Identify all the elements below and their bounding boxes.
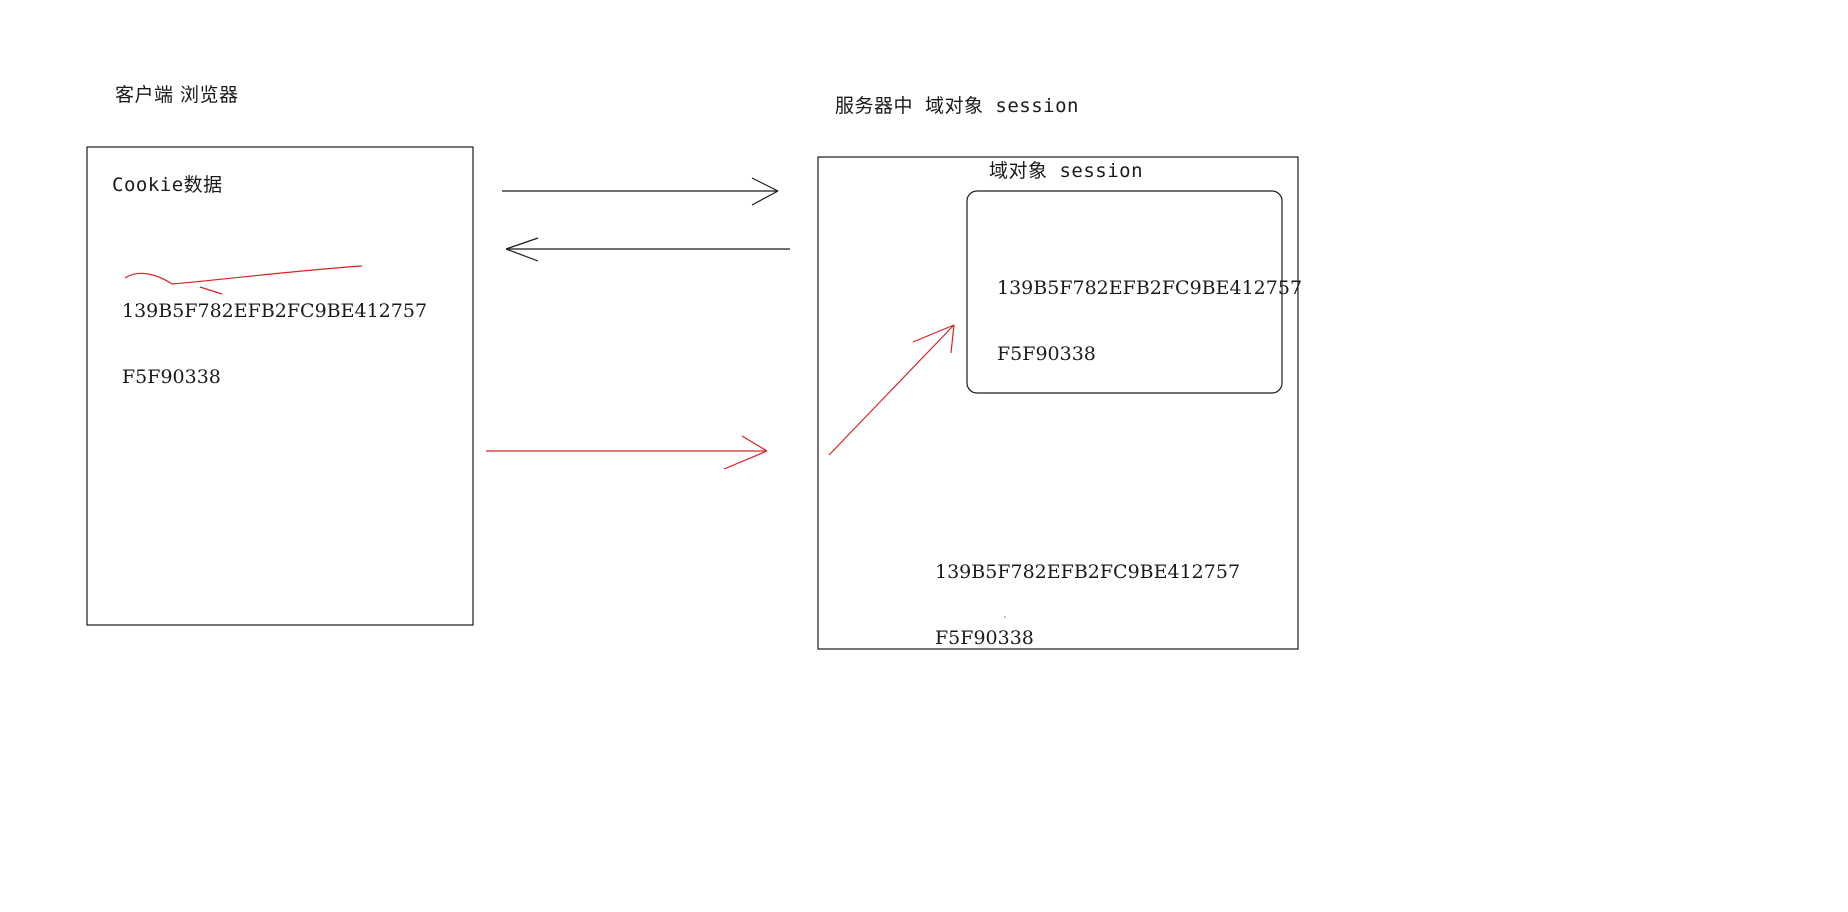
server-title: 服务器中 域对象 session: [835, 95, 1079, 117]
session-object-title: 域对象 session: [989, 160, 1144, 182]
cookie-request-arrow: [486, 435, 768, 470]
diagram-canvas: 客户端 浏览器 Cookie数据 139B5F782EFB2FC9BE41275…: [0, 0, 1848, 912]
stored-session-id-line-2: F5F90338: [997, 343, 1096, 365]
cookie-session-id: 139B5F782EFB2FC9BE412757 F5F90338: [122, 256, 427, 432]
response-arrow: [505, 237, 790, 262]
incoming-session-id-line-1: 139B5F782EFB2FC9BE412757: [935, 561, 1241, 583]
stored-session-id: 139B5F782EFB2FC9BE412757 F5F90338: [997, 233, 1302, 409]
cookie-session-id-line-2: F5F90338: [122, 366, 221, 388]
diagram-shapes: [86, 146, 1299, 650]
stored-session-id-line-1: 139B5F782EFB2FC9BE412757: [997, 277, 1303, 299]
client-title: 客户端 浏览器: [115, 84, 239, 106]
session-lookup-arrow: [828, 324, 955, 456]
incoming-session-id-line-2: F5F90338: [935, 627, 1034, 649]
request-arrow: [502, 177, 779, 206]
cookie-session-id-line-1: 139B5F782EFB2FC9BE412757: [122, 300, 428, 322]
incoming-session-id: 139B5F782EFB2FC9BE412757 F5F90338: [935, 517, 1240, 693]
cookie-data-label: Cookie数据: [112, 174, 223, 196]
